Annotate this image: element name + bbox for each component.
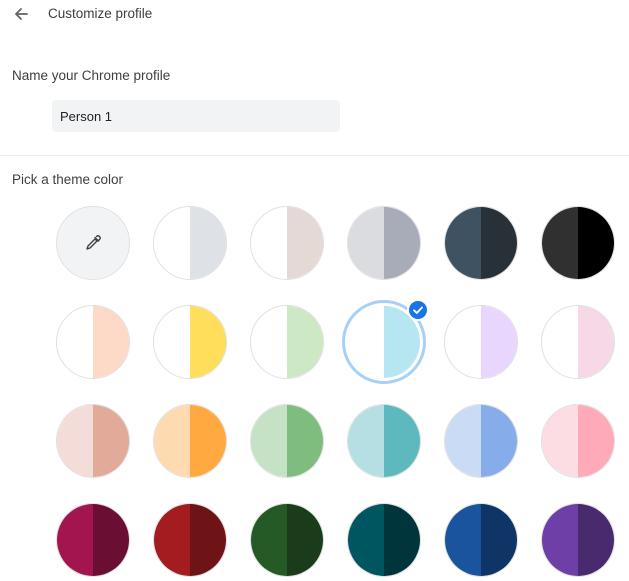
profile-name-input[interactable] [52, 100, 340, 132]
theme-swatch-pink[interactable] [541, 404, 615, 478]
swatch-border [444, 404, 518, 478]
theme-color-grid [0, 0, 629, 581]
theme-swatch-red[interactable] [153, 503, 227, 577]
swatch-border [250, 404, 324, 478]
theme-swatch-navy[interactable] [444, 503, 518, 577]
custom-color-swatch[interactable] [56, 206, 130, 280]
theme-swatch-orange[interactable] [153, 404, 227, 478]
swatch-border [153, 404, 227, 478]
swatch-border [444, 206, 518, 280]
swatch-border [153, 503, 227, 577]
theme-swatch-dark-teal[interactable] [347, 503, 421, 577]
back-button[interactable] [10, 3, 32, 25]
theme-swatch-grey-light[interactable] [153, 206, 227, 280]
arrow-left-icon [15, 8, 28, 20]
section-divider [0, 155, 629, 156]
theme-swatch-purple[interactable] [541, 503, 615, 577]
swatch-border [153, 206, 227, 280]
swatch-border [153, 305, 227, 379]
theme-swatch-warm-grey[interactable] [250, 206, 324, 280]
selected-check-badge [407, 299, 429, 321]
theme-swatch-peach[interactable] [56, 305, 130, 379]
theme-swatch-teal[interactable] [347, 404, 421, 478]
swatch-border [347, 503, 421, 577]
theme-swatch-rose[interactable] [56, 404, 130, 478]
theme-swatch-magenta[interactable] [56, 503, 130, 577]
swatch-border [56, 404, 130, 478]
eyedropper-icon [86, 235, 101, 250]
swatch-border [56, 305, 130, 379]
theme-swatch-slate[interactable] [444, 206, 518, 280]
swatch-border [444, 503, 518, 577]
check-icon [413, 306, 423, 314]
header-bar: Customize profile [0, 0, 629, 28]
theme-swatch-black[interactable] [541, 206, 615, 280]
swatch-border [250, 206, 324, 280]
page-title: Customize profile [48, 6, 153, 21]
swatch-border [347, 206, 421, 280]
theme-swatch-yellow[interactable] [153, 305, 227, 379]
theme-swatch-light-green[interactable] [250, 305, 324, 379]
swatch-border [541, 305, 615, 379]
swatch-border [541, 503, 615, 577]
theme-swatch-green[interactable] [250, 404, 324, 478]
swatch-border [444, 305, 518, 379]
theme-swatch-light-cyan[interactable] [342, 299, 429, 384]
profile-name-label: Name your Chrome profile [12, 68, 171, 83]
swatch-border [347, 404, 421, 478]
swatch-border [541, 404, 615, 478]
theme-swatch-blue[interactable] [444, 404, 518, 478]
swatch-border [250, 503, 324, 577]
theme-swatch-lavender[interactable] [444, 305, 518, 379]
swatch-border [541, 206, 615, 280]
swatch-border [56, 503, 130, 577]
theme-swatch-light-pink[interactable] [541, 305, 615, 379]
theme-color-label: Pick a theme color [12, 172, 124, 187]
swatch-border [250, 305, 324, 379]
theme-swatch-forest[interactable] [250, 503, 324, 577]
theme-swatch-cool-grey[interactable] [347, 206, 421, 280]
